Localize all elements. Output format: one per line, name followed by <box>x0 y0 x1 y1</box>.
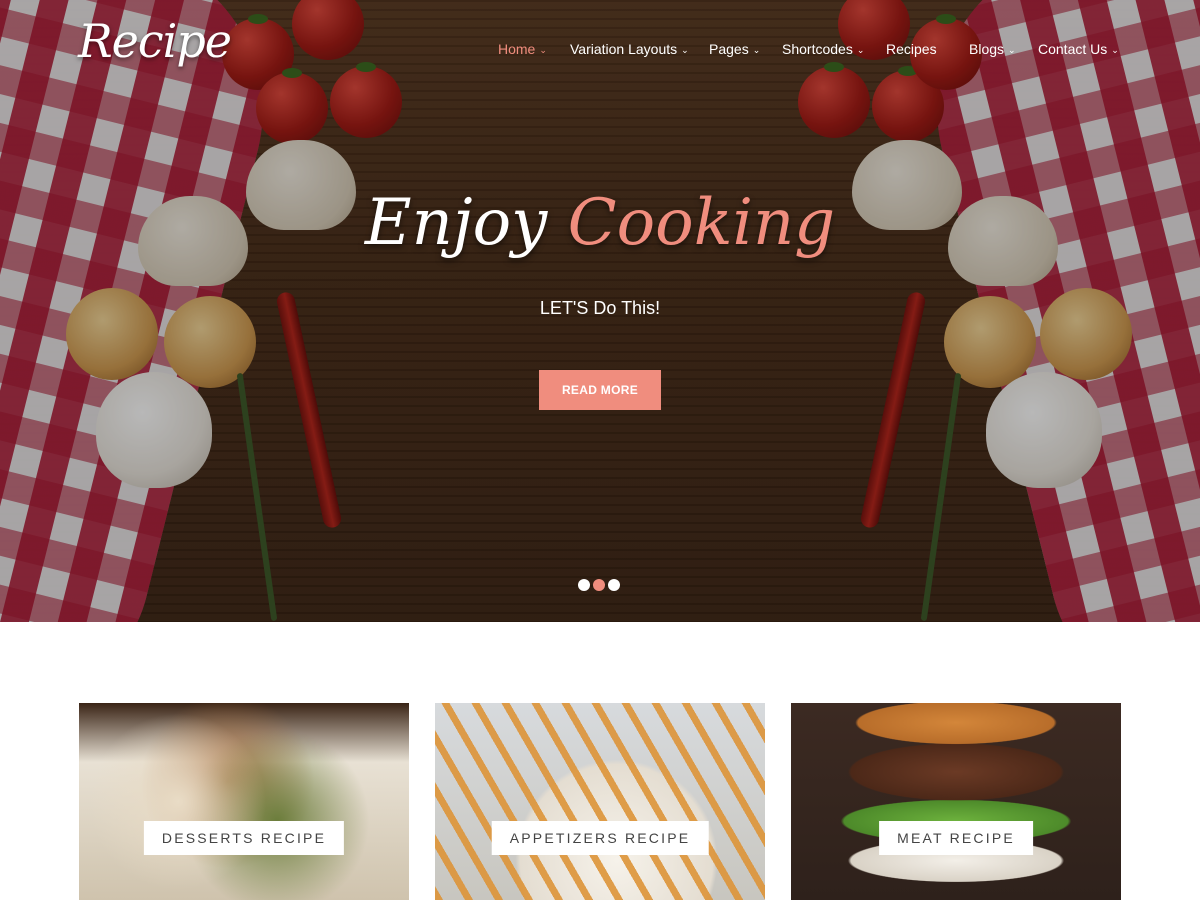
nav-item-shortcodes[interactable]: Shortcodes ⌄ <box>782 40 886 58</box>
nav-item-home[interactable]: Home ⌄ <box>498 40 570 58</box>
slider-dot-2[interactable] <box>593 579 605 591</box>
category-card-label[interactable]: DESSERTS RECIPE <box>143 821 345 855</box>
category-card-meat[interactable]: MEAT RECIPE <box>791 703 1121 900</box>
category-card-label[interactable]: APPETIZERS RECIPE <box>491 821 709 855</box>
chevron-down-icon: ⌄ <box>539 44 547 55</box>
hero-title-part1: Enjoy <box>364 186 548 260</box>
nav-item-recipes[interactable]: Recipes <box>886 40 969 58</box>
slider-dot-1[interactable] <box>578 579 590 591</box>
nav-item-label: Contact Us <box>1038 41 1108 57</box>
slider-pagination <box>578 579 620 591</box>
nav-item-variation-layouts[interactable]: Variation Layouts ⌄ <box>570 40 709 58</box>
main-nav: Home ⌄ Variation Layouts ⌄ Pages ⌄ Short… <box>498 40 1120 58</box>
hero-slider: Recipe Home ⌄ Variation Layouts ⌄ Pages … <box>0 0 1200 622</box>
read-more-button[interactable]: READ MORE <box>539 370 661 410</box>
nav-item-blogs[interactable]: Blogs ⌄ <box>969 40 1038 58</box>
category-card-appetizers[interactable]: APPETIZERS RECIPE <box>435 703 765 900</box>
nav-item-label: Home <box>498 41 536 57</box>
hero-title: Enjoy Cooking <box>0 186 1200 260</box>
nav-item-contact-us[interactable]: Contact Us ⌄ <box>1038 40 1120 58</box>
slider-dot-3[interactable] <box>608 579 620 591</box>
category-card-desserts[interactable]: DESSERTS RECIPE <box>79 703 409 900</box>
nav-item-label: Recipes <box>886 41 937 57</box>
chevron-down-icon: ⌄ <box>1008 44 1016 55</box>
chevron-down-icon: ⌄ <box>681 44 689 55</box>
site-logo[interactable]: Recipe <box>78 14 232 68</box>
hero-subtitle: LET'S Do This! <box>539 298 661 318</box>
category-card-label[interactable]: MEAT RECIPE <box>879 821 1033 855</box>
chevron-down-icon: ⌄ <box>752 44 761 55</box>
nav-item-label: Pages <box>709 41 749 57</box>
nav-item-label: Variation Layouts <box>570 41 678 57</box>
chevron-down-icon: ⌄ <box>856 44 865 55</box>
chevron-down-icon: ⌄ <box>1111 44 1119 55</box>
nav-item-label: Shortcodes <box>782 41 853 57</box>
nav-item-pages[interactable]: Pages ⌄ <box>709 40 782 58</box>
nav-item-label: Blogs <box>969 41 1005 57</box>
hero-title-part2: Cooking <box>567 186 836 260</box>
